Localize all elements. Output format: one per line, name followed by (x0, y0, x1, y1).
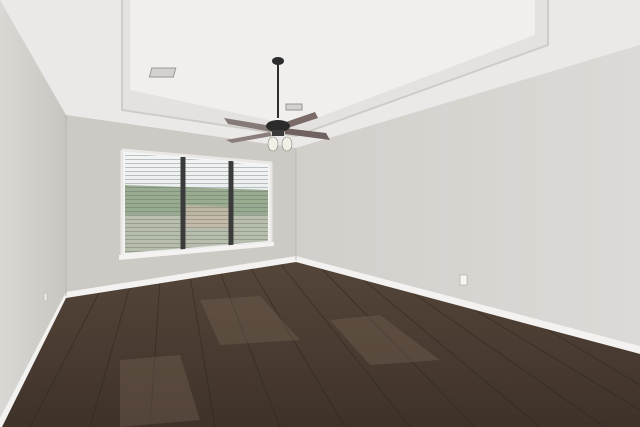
fan-light-kit (272, 130, 284, 136)
ceiling-vent-small (285, 103, 303, 111)
window (119, 148, 274, 260)
room-photo (0, 0, 640, 427)
ceiling-vent (148, 67, 177, 78)
fan-bulb (267, 136, 279, 152)
window-blinds (125, 153, 268, 253)
wall-outlet-left (43, 292, 48, 302)
room-illustration (0, 0, 640, 427)
wall-outlet (459, 274, 468, 286)
fan-bulb (281, 136, 293, 152)
fan-canopy (272, 57, 284, 65)
